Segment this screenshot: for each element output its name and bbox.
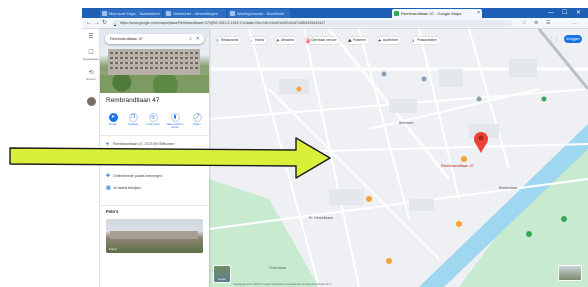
arrow-shape xyxy=(9,137,331,179)
annotation-arrow xyxy=(9,137,331,179)
screenshot: Microsoft Edge - Taakbeheer Verkenner - … xyxy=(0,0,588,287)
